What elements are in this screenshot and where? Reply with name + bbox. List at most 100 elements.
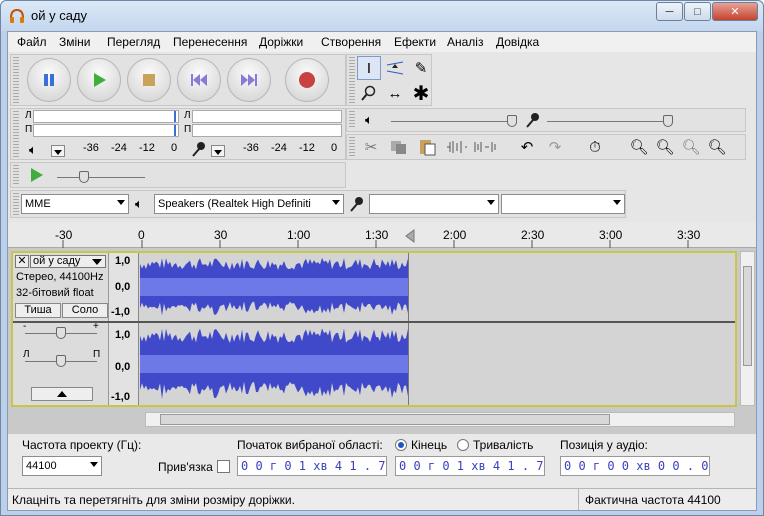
stop-button[interactable] [127, 58, 171, 102]
menu-view[interactable]: Перегляд [107, 35, 160, 49]
mute-button[interactable]: Тиша [15, 303, 61, 318]
record-button[interactable] [285, 58, 329, 102]
waveform-right-channel[interactable] [140, 323, 408, 405]
copy-button[interactable] [387, 135, 411, 159]
recording-meter-menu[interactable] [211, 145, 225, 157]
collapse-track-button[interactable] [31, 387, 93, 401]
selection-end-time[interactable]: 0 0 г 0 1 хв 4 1 . 7 5 1 с [395, 456, 545, 476]
play-button[interactable] [77, 58, 121, 102]
menu-edit[interactable]: Зміни [59, 35, 91, 49]
fit-project-button[interactable]: 🔍︎ [705, 135, 729, 159]
zoom-in-icon: 🔍︎ [629, 139, 649, 156]
stop-icon [143, 74, 155, 86]
close-button[interactable]: ✕ [712, 2, 758, 21]
timeshift-tool[interactable]: ↔ [383, 81, 407, 105]
toolbar-grip[interactable] [13, 193, 19, 215]
meter-tick: -24 [271, 142, 287, 154]
horizontal-scrollbar[interactable] [145, 412, 735, 427]
playback-meter-menu[interactable] [51, 145, 65, 157]
menu-generate[interactable]: Створення [321, 35, 381, 49]
length-radio-label: Тривалість [473, 438, 534, 452]
amp-label: 0,0 [115, 361, 131, 373]
menu-help[interactable]: Довідка [496, 35, 539, 49]
timeline-ruler[interactable]: -30 0 30 1:00 1:30 2:00 2:30 3:00 3:30 [8, 222, 756, 248]
toolbar-grip[interactable] [13, 57, 19, 103]
playback-meter-right[interactable] [33, 124, 179, 137]
meter-tick: 0 [171, 142, 178, 154]
solo-button[interactable]: Соло [62, 303, 108, 318]
input-channels-select[interactable] [501, 194, 625, 214]
playback-volume-thumb[interactable] [507, 115, 517, 127]
recording-meter-left[interactable] [192, 110, 342, 123]
playback-volume-slider[interactable] [391, 121, 511, 122]
gain-thumb[interactable] [56, 327, 66, 339]
menu-analyze[interactable]: Аналіз [447, 35, 483, 49]
undo-button[interactable]: ↶ [515, 135, 539, 159]
empty-region-left[interactable] [408, 253, 735, 321]
envelope-tool[interactable] [383, 56, 407, 80]
vertical-scrollbar[interactable] [740, 251, 755, 406]
audio-track[interactable]: ✕ ой у саду Стерео, 44100Hz 32-бітовий f… [11, 251, 737, 407]
recording-volume-slider[interactable] [547, 121, 667, 122]
draw-tool[interactable]: ✎ [409, 56, 433, 80]
multi-tool[interactable]: ✱ [409, 81, 433, 105]
microphone-icon[interactable] [191, 141, 207, 157]
redo-button[interactable]: ↷ [543, 135, 567, 159]
skip-start-button[interactable] [177, 58, 221, 102]
toolbar-grip[interactable] [13, 111, 19, 157]
speaker-icon[interactable]: 🔈︎ [29, 142, 37, 158]
silence-button[interactable] [473, 135, 497, 159]
trim-button[interactable] [445, 135, 469, 159]
minimize-button[interactable]: ─ [656, 2, 683, 21]
zoom-out-button[interactable]: 🔍︎ [653, 135, 677, 159]
maximize-button[interactable]: □ [684, 2, 711, 21]
menu-file[interactable]: Файл [17, 35, 47, 49]
pause-button[interactable] [27, 58, 71, 102]
toolbar-grip[interactable] [349, 137, 355, 157]
input-device-select[interactable] [369, 194, 499, 214]
end-radio[interactable] [395, 439, 407, 451]
selection-start-time[interactable]: 0 0 г 0 1 хв 4 1 . 7 5 1 с [237, 456, 387, 476]
output-device-select[interactable]: Speakers (Realtek High Definiti [154, 194, 344, 214]
menu-tracks[interactable]: Доріжки [259, 35, 303, 49]
waveform-left-channel[interactable] [140, 253, 408, 321]
play-at-speed-button[interactable] [25, 163, 49, 187]
menu-transport[interactable]: Перенесення [173, 35, 247, 49]
undo-icon: ↶ [520, 139, 534, 156]
recording-volume-thumb[interactable] [663, 115, 673, 127]
recording-meter-right[interactable] [192, 124, 342, 137]
toolbar-grip[interactable] [349, 57, 355, 103]
snap-checkbox[interactable] [217, 460, 230, 473]
empty-region-right[interactable] [408, 323, 735, 405]
sync-lock-button[interactable]: ⏱︎ [583, 135, 607, 159]
zoom-tool[interactable] [357, 81, 381, 105]
audio-position-value: 0 0 г 0 0 хв 0 0 . 0 0 0 с [564, 459, 709, 473]
audio-host-select[interactable]: MME [21, 194, 129, 214]
selection-tool[interactable]: I [357, 56, 381, 80]
audio-position-time[interactable]: 0 0 г 0 0 хв 0 0 . 0 0 0 с [560, 456, 710, 476]
menu-effects[interactable]: Ефекти [394, 35, 436, 49]
selection-toolbar: Частота проекту (Гц): 44100 Прив'язка По… [8, 434, 756, 488]
rec-meter-right-label: П [184, 124, 192, 135]
length-radio[interactable] [457, 439, 469, 451]
cut-button[interactable]: ✂ [359, 135, 383, 159]
transport-toolbar [10, 54, 346, 106]
track-close-button[interactable]: ✕ [15, 255, 29, 268]
play-speed-thumb[interactable] [79, 171, 89, 183]
toolbar-grip[interactable] [13, 165, 19, 185]
zoom-in-button[interactable]: 🔍︎ [627, 135, 651, 159]
skip-end-button[interactable] [227, 58, 271, 102]
speaker-icon: 🔈︎ [135, 196, 143, 211]
amp-label: 1,0 [115, 329, 131, 341]
paste-button[interactable] [415, 135, 439, 159]
fit-selection-button[interactable]: 🔍︎ [679, 135, 703, 159]
toolbar-grip[interactable] [349, 111, 355, 129]
play-speed-slider[interactable] [57, 177, 145, 178]
track-name-menu[interactable]: ой у саду [30, 255, 106, 268]
client-area: Файл Зміни Перегляд Перенесення Доріжки … [7, 31, 757, 511]
rec-meter-left-label: Л [184, 110, 191, 121]
project-rate-label: Частота проекту (Гц): [22, 438, 142, 452]
project-rate-select[interactable]: 44100 [22, 456, 102, 476]
pan-thumb[interactable] [56, 355, 66, 367]
playback-meter-left[interactable] [33, 110, 179, 123]
